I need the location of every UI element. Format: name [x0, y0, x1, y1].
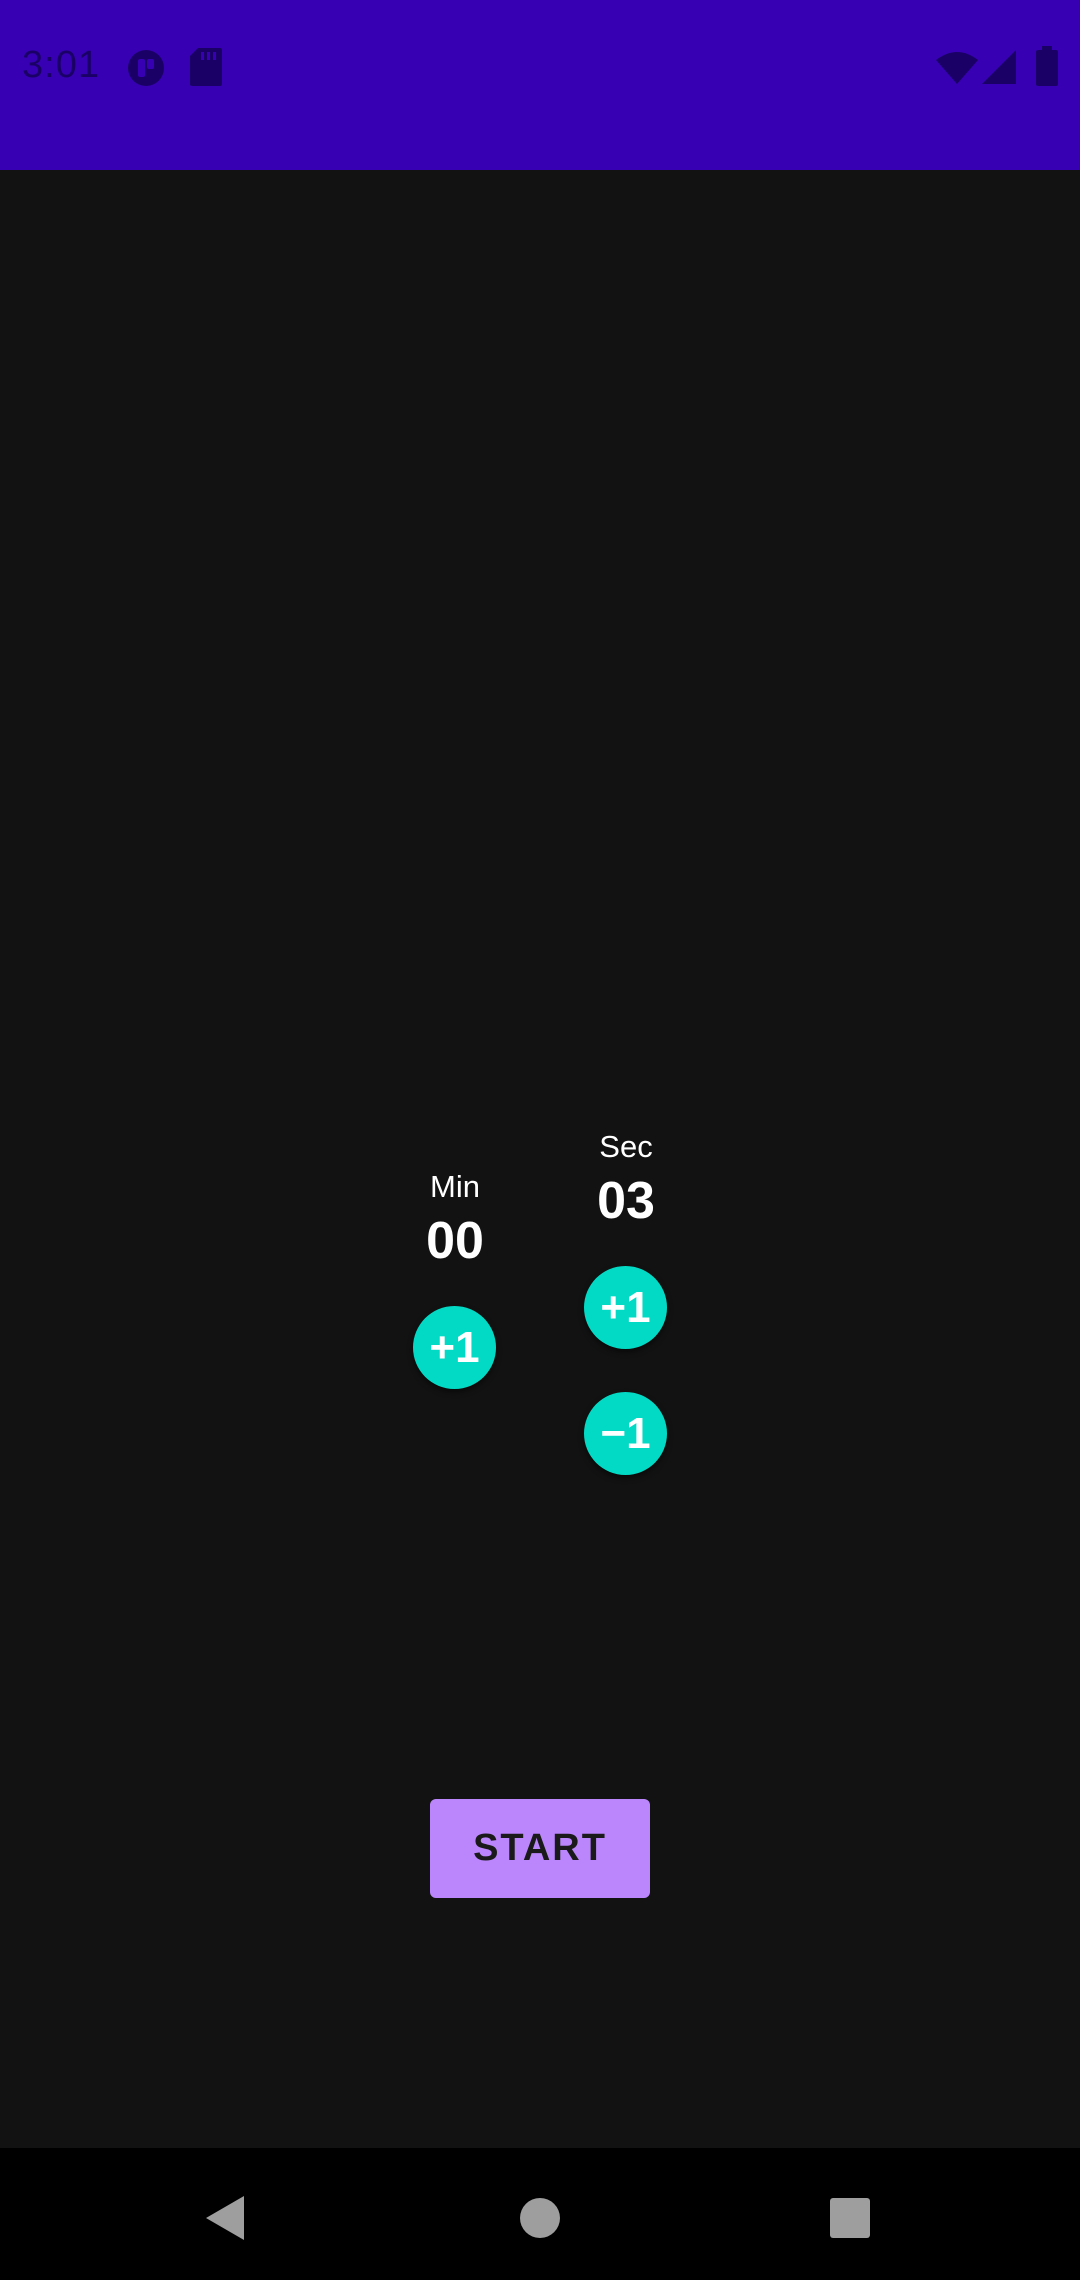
start-button[interactable]: START — [430, 1799, 650, 1898]
seconds-column: Sec 03 — [566, 1127, 686, 1233]
recents-icon[interactable] — [820, 2188, 880, 2248]
signal-icon — [982, 50, 1016, 89]
minutes-value: 00 — [426, 1212, 484, 1270]
minutes-label: Min — [430, 1169, 480, 1204]
back-icon[interactable] — [196, 2188, 256, 2248]
home-icon[interactable] — [510, 2188, 570, 2248]
status-time: 3:01 — [22, 44, 100, 86]
minutes-increment-button[interactable]: +1 — [413, 1306, 496, 1389]
seconds-label: Sec — [599, 1129, 653, 1164]
minutes-column: Min 00 — [395, 1167, 515, 1273]
status-bar: 3:01 — [0, 0, 1080, 170]
wifi-icon — [936, 52, 978, 89]
app-notification-icon — [126, 48, 166, 93]
seconds-decrement-button[interactable]: −1 — [584, 1392, 667, 1475]
sd-card-icon — [190, 48, 222, 91]
battery-icon — [1036, 46, 1058, 91]
seconds-value: 03 — [597, 1172, 655, 1230]
seconds-increment-button[interactable]: +1 — [584, 1266, 667, 1349]
timer-screen: Min 00 +1 Sec 03 +1 −1 START — [0, 170, 1080, 2148]
navigation-bar — [0, 2148, 1080, 2280]
